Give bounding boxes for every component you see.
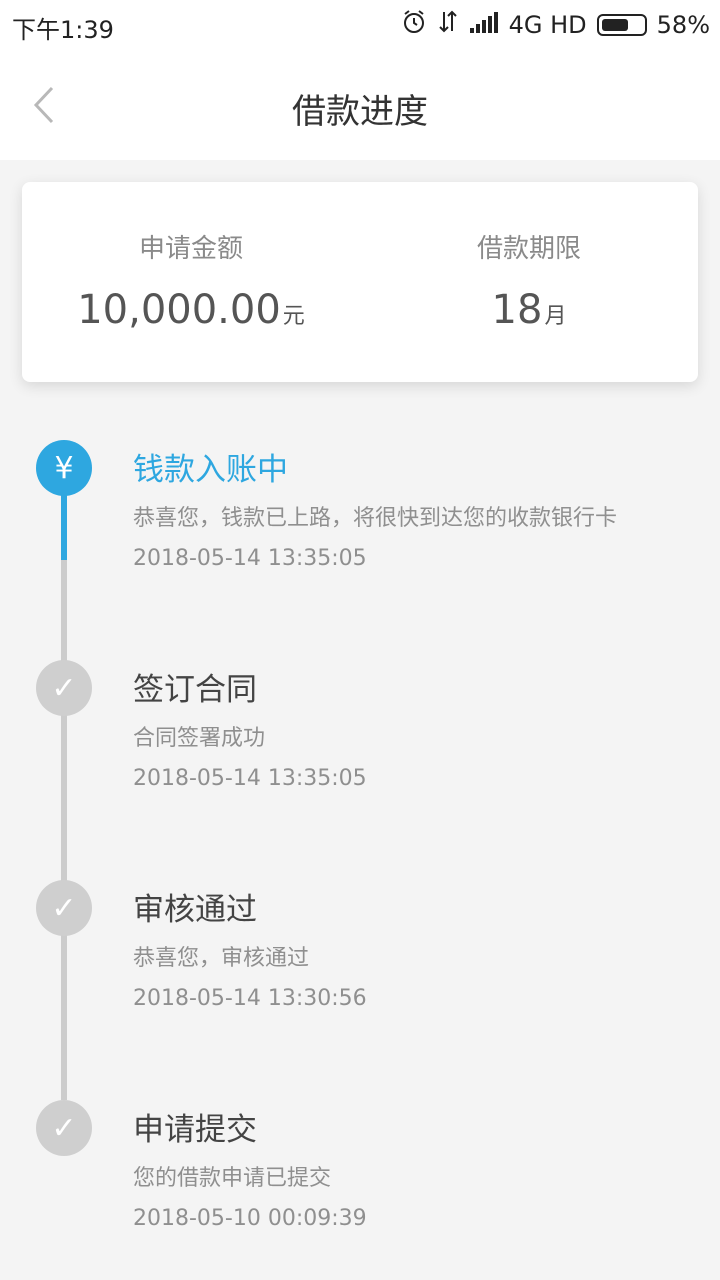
step-desc: 恭喜您，审核通过 [133, 946, 310, 971]
amount-value: 10,000.00 [77, 287, 281, 333]
check-icon: ✓ [36, 660, 92, 716]
step-desc: 您的借款申请已提交 [133, 1166, 332, 1191]
network-type: 4G HD [508, 11, 587, 39]
status-bar: 下午1:39 4G HD 58% [0, 0, 720, 50]
term-value: 18 [491, 287, 543, 333]
step-time: 2018-05-14 13:35:05 [133, 546, 367, 571]
step-desc: 合同签署成功 [133, 726, 266, 751]
loan-summary-card: 申请金额 10,000.00元 借款期限 18月 [22, 182, 698, 382]
nav-header: 借款进度 [0, 50, 720, 160]
step-time: 2018-05-14 13:35:05 [133, 766, 367, 791]
loan-progress-page: 下午1:39 4G HD 58% 借款进度 申请金额 10,000.00元 借款… [0, 0, 720, 1280]
step-title: 申请提交 [133, 1112, 257, 1148]
signal-icon [469, 10, 499, 40]
term-column: 借款期限 18月 [360, 182, 698, 333]
check-icon: ✓ [36, 1100, 92, 1156]
amount-unit: 元 [282, 304, 305, 329]
term-value-row: 18月 [360, 287, 698, 333]
progress-timeline: ¥ 钱款入账中 恭喜您，钱款已上路，将很快到达您的收款银行卡 2018-05-1… [0, 420, 720, 1280]
step-time: 2018-05-14 13:30:56 [133, 986, 367, 1011]
timeline-line [61, 560, 67, 1100]
status-icons: 4G HD 58% [401, 8, 710, 42]
page-title: 借款进度 [292, 92, 428, 132]
yuan-icon: ¥ [36, 440, 92, 496]
data-arrows-icon [437, 9, 459, 41]
amount-column: 申请金额 10,000.00元 [22, 182, 360, 333]
step-title: 钱款入账中 [133, 452, 288, 488]
term-unit: 月 [544, 304, 567, 329]
step-title: 签订合同 [133, 672, 257, 708]
step-time: 2018-05-10 00:09:39 [133, 1206, 367, 1231]
battery-level: 58% [656, 11, 710, 39]
amount-label: 申请金额 [138, 234, 243, 264]
step-desc: 恭喜您，钱款已上路，将很快到达您的收款银行卡 [133, 506, 618, 531]
term-label: 借款期限 [476, 234, 581, 264]
amount-value-row: 10,000.00元 [22, 287, 360, 333]
status-time: 下午1:39 [12, 16, 114, 44]
battery-icon [596, 14, 647, 36]
step-title: 审核通过 [133, 892, 257, 928]
alarm-icon [401, 9, 427, 41]
check-icon: ✓ [36, 880, 92, 936]
